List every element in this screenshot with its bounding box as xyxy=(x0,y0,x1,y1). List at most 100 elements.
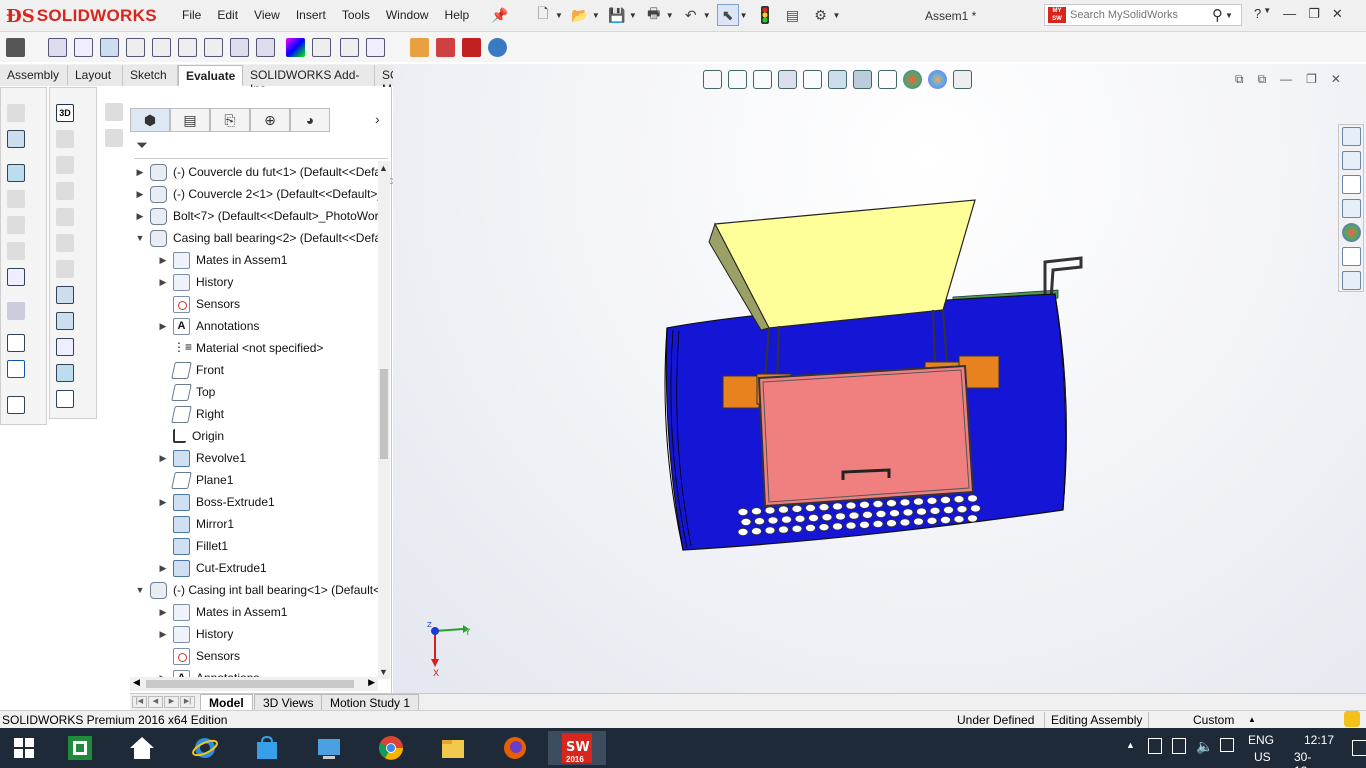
tree-item[interactable]: ▶ Cut-Extrude1 xyxy=(157,557,267,579)
clock-time[interactable]: 12:17 xyxy=(1304,733,1334,747)
action-center-icon[interactable] xyxy=(1352,740,1366,756)
tree-expander-icon[interactable]: ▶ xyxy=(157,563,169,574)
property-manager-tab-icon[interactable]: ▤ xyxy=(170,108,210,132)
exploded-view-icon[interactable] xyxy=(7,396,25,414)
tree-expander-icon[interactable]: ▶ xyxy=(157,255,169,266)
dimxpert-tab-icon[interactable]: ⊕ xyxy=(250,108,290,132)
view-orientation-icon[interactable] xyxy=(828,70,847,89)
search-input[interactable] xyxy=(1070,9,1210,21)
file-properties-icon[interactable]: ▤ xyxy=(782,4,804,26)
hide-show-items-icon[interactable] xyxy=(878,70,897,89)
new-motion-study-icon[interactable] xyxy=(7,334,25,352)
design-study-icon[interactable] xyxy=(6,38,25,57)
tree-item[interactable]: Right xyxy=(157,403,224,425)
tree-expander-icon[interactable]: ▶ xyxy=(157,277,169,288)
gfx-close-icon[interactable]: ✕ xyxy=(1331,72,1341,87)
tab-layout[interactable]: Layout xyxy=(68,65,123,86)
configuration-manager-tab-icon[interactable]: ⎘ xyxy=(210,108,250,132)
pink-door-panel[interactable] xyxy=(757,364,975,508)
measure-icon[interactable] xyxy=(126,38,145,57)
battery-icon[interactable] xyxy=(1172,738,1186,754)
3d-sketch-icon[interactable]: 3D xyxy=(56,104,74,122)
fillet-icon[interactable] xyxy=(56,286,74,304)
tree-item[interactable]: Front xyxy=(157,359,224,381)
menu-item-insert[interactable]: Insert xyxy=(288,8,334,22)
assembly-model[interactable] xyxy=(653,190,1083,560)
wrap-icon[interactable] xyxy=(56,338,74,356)
scroll-up-icon[interactable]: ▲ xyxy=(379,163,388,173)
tree-item[interactable]: ▼ (-) Casing int ball bearing<1> (Default… xyxy=(134,579,378,601)
markup-icon[interactable] xyxy=(152,38,171,57)
help-icon[interactable]: ? xyxy=(1254,6,1261,22)
search-icon[interactable]: ⚲ xyxy=(1212,6,1223,24)
tree-expander-icon[interactable]: ▶ xyxy=(157,321,169,332)
custom-properties-icon[interactable] xyxy=(1342,247,1361,266)
curvature-icon[interactable] xyxy=(286,38,305,57)
help-dropdown-icon[interactable]: ▼ xyxy=(1263,6,1271,22)
tree-item[interactable]: ▶ Bolt<7> (Default<<Default>_PhotoWorks D… xyxy=(134,205,378,227)
first-tab-icon[interactable]: |◀ xyxy=(132,696,147,708)
undo-dropdown-icon[interactable]: ▼ xyxy=(703,11,711,20)
reference-triad[interactable]: Y X Z xyxy=(423,619,473,679)
close-icon[interactable]: ✕ xyxy=(1332,6,1343,22)
tree-item[interactable]: ▶ Revolve1 xyxy=(157,447,246,469)
move-component-icon[interactable] xyxy=(7,216,25,234)
network-icon[interactable] xyxy=(1148,738,1162,754)
shell-icon[interactable] xyxy=(56,312,74,330)
tree-item[interactable]: Sensors xyxy=(157,293,240,315)
swept-boss-icon[interactable] xyxy=(56,208,74,226)
section-properties-icon[interactable] xyxy=(204,38,223,57)
unit-system-selector[interactable]: Custom xyxy=(1193,713,1234,727)
tree-item[interactable]: ▶ A Annotations xyxy=(157,315,259,337)
viewport-icon-1[interactable]: ⧉ xyxy=(1235,72,1244,87)
tree-item[interactable]: ▶ (-) Couvercle 2<1> (Default<<Default>_P… xyxy=(134,183,378,205)
show-hidden-icon[interactable] xyxy=(7,242,25,260)
hole-alignment-icon[interactable] xyxy=(100,38,119,57)
home-app-icon[interactable] xyxy=(120,731,164,765)
edit-appearance-icon[interactable] xyxy=(903,70,922,89)
menu-item-help[interactable]: Help xyxy=(437,8,478,22)
tree-expander-icon[interactable]: ▶ xyxy=(157,497,169,508)
view-palette-icon[interactable] xyxy=(1342,199,1361,218)
intersect-icon[interactable] xyxy=(56,364,74,382)
internet-explorer-icon[interactable] xyxy=(183,731,227,765)
tree-expander-icon[interactable]: ▼ xyxy=(134,233,146,243)
tree-expander-icon[interactable]: ▶ xyxy=(134,211,146,222)
tree-item[interactable]: Top xyxy=(157,381,215,403)
minimize-icon[interactable]: — xyxy=(1283,6,1296,22)
reference-plane-icon[interactable] xyxy=(56,390,74,408)
lofted-boss-icon[interactable] xyxy=(56,234,74,252)
graphics-area[interactable]: ⧉ ⧉ — ❐ ✕ Y X Z xyxy=(393,64,1366,693)
pin-icon[interactable]: 📌 xyxy=(491,7,508,24)
linear-pattern-icon[interactable] xyxy=(7,164,25,182)
scroll-right-icon[interactable]: ▶ xyxy=(368,677,375,688)
zoom-to-fit-icon[interactable] xyxy=(703,70,722,89)
tree-expander-icon[interactable]: ▶ xyxy=(134,167,146,178)
smart-fasteners-icon[interactable] xyxy=(7,190,25,208)
options-gear-icon[interactable]: ⚙ xyxy=(810,4,832,26)
print-icon[interactable]: 🖶 xyxy=(643,4,665,26)
menu-item-edit[interactable]: Edit xyxy=(209,8,246,22)
tree-item[interactable]: Plane1 xyxy=(157,469,233,491)
gfx-minimize-icon[interactable]: — xyxy=(1280,72,1292,87)
display-style-icon[interactable] xyxy=(853,70,872,89)
reference-geometry-icon[interactable] xyxy=(7,302,25,320)
clearance-verification-icon[interactable] xyxy=(74,38,93,57)
options-dropdown-icon[interactable]: ▼ xyxy=(833,11,841,20)
gfx-restore-icon[interactable]: ❐ xyxy=(1306,72,1317,87)
solidworks-app-icon[interactable]: SW 2016 xyxy=(548,731,606,765)
scroll-down-icon[interactable]: ▼ xyxy=(379,667,388,677)
menu-item-view[interactable]: View xyxy=(246,8,288,22)
clock-date[interactable]: 30-12-2019 xyxy=(1294,750,1321,768)
insert-component-icon[interactable] xyxy=(7,104,25,122)
tree-item[interactable]: ⋮≡ Material <not specified> xyxy=(157,337,323,359)
costing-icon[interactable] xyxy=(436,38,455,57)
tabs-scroll-right-icon[interactable]: › xyxy=(375,111,380,127)
bill-of-materials-icon[interactable] xyxy=(7,360,25,378)
unit-system-dropdown-icon[interactable]: ▲ xyxy=(1248,715,1256,724)
file-explorer-app-icon[interactable] xyxy=(431,731,475,765)
print-dropdown-icon[interactable]: ▼ xyxy=(666,11,674,20)
viewport-icon-2[interactable]: ⧉ xyxy=(1258,72,1267,87)
tree-expander-icon[interactable]: ▶ xyxy=(157,453,169,464)
file-explorer-icon[interactable] xyxy=(1342,175,1361,194)
